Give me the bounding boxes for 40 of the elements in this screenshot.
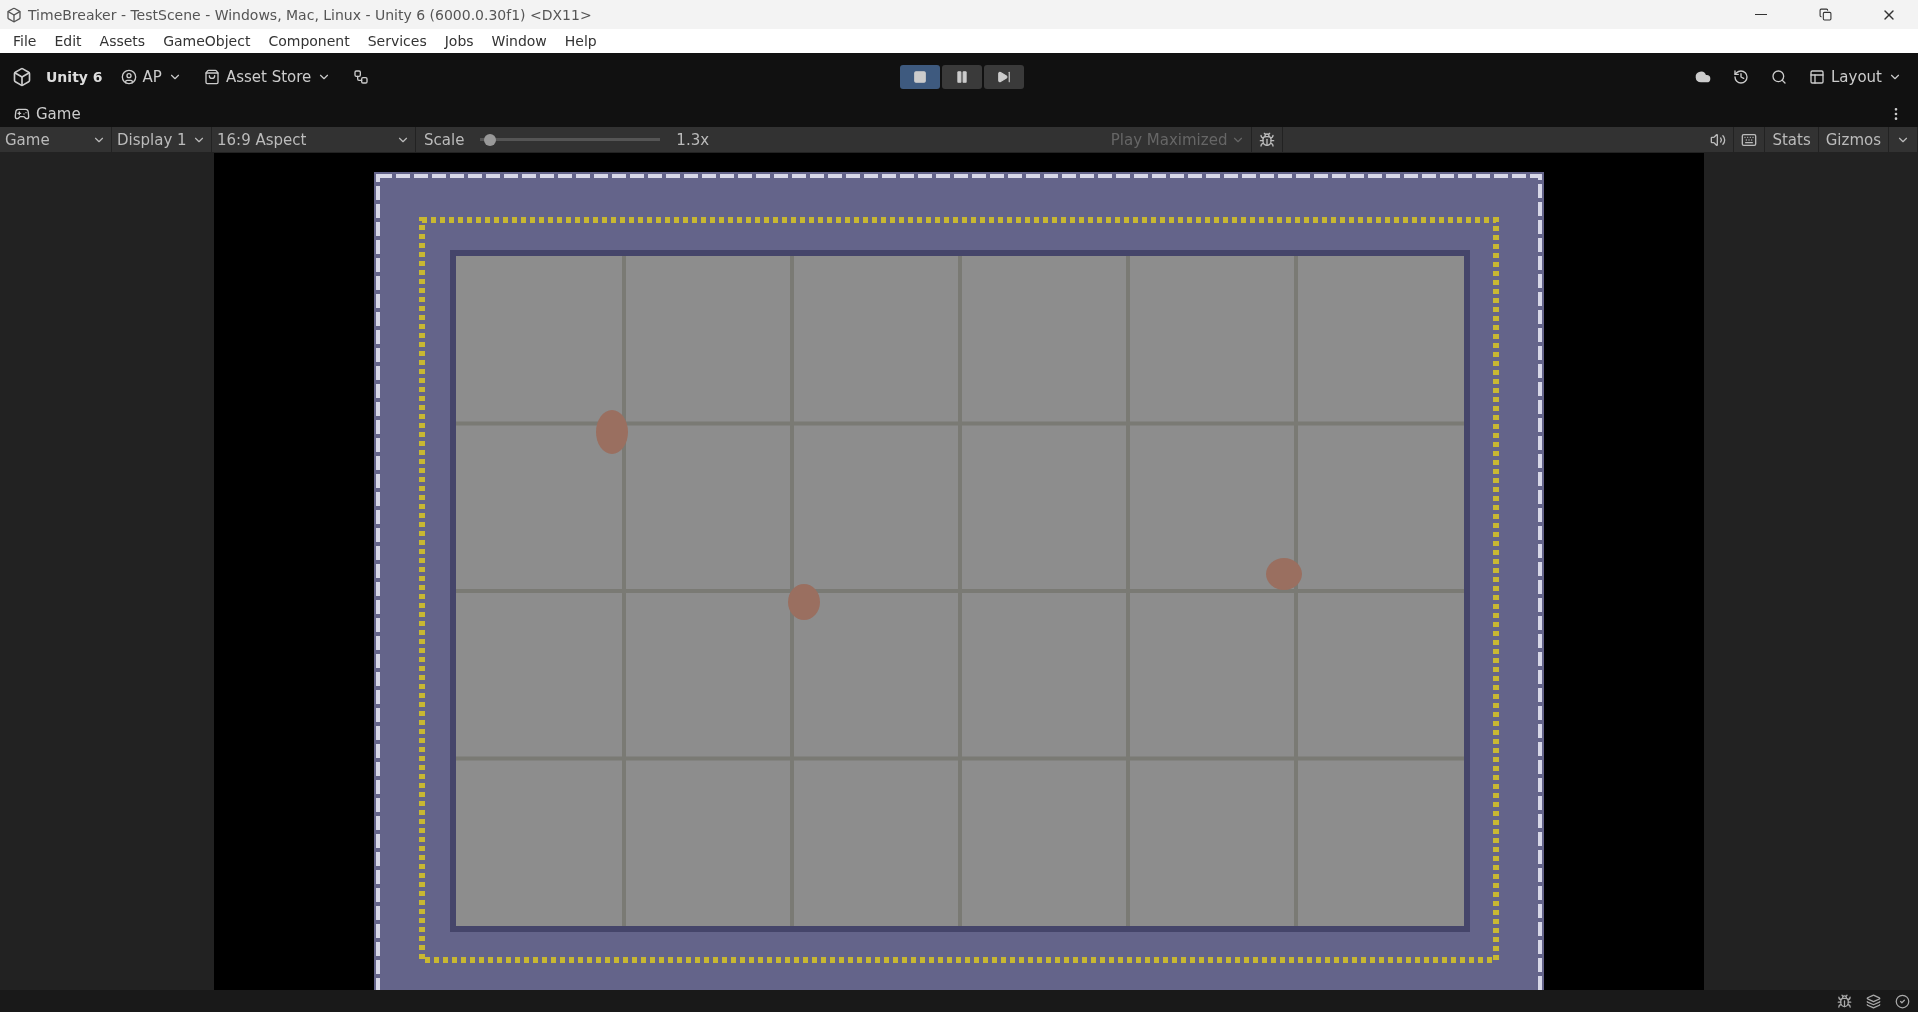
menu-item[interactable]: Assets (90, 33, 155, 49)
window-title: TimeBreaker - TestScene - Windows, Mac, Linux - Unity 6 (6000.0.30f1) <DX11> (28, 6, 592, 23)
layers-icon[interactable] (1866, 993, 1881, 1009)
layout-button[interactable]: Layout (1805, 65, 1906, 88)
menu-item[interactable]: Window (482, 33, 556, 49)
step-button[interactable] (984, 64, 1024, 89)
history-icon (1733, 68, 1749, 85)
layout-icon (1809, 68, 1825, 85)
account-button[interactable]: AP (116, 65, 186, 88)
cube-logo-icon (12, 66, 32, 87)
menu-item[interactable]: GameObject (154, 33, 260, 49)
menu-item[interactable]: Component (259, 33, 359, 49)
bug-icon (1259, 131, 1276, 148)
scale-label: Scale (423, 130, 466, 149)
menu-item[interactable]: Jobs (435, 33, 483, 49)
search-icon (1771, 68, 1787, 85)
pause-icon (955, 69, 969, 84)
scale-reading: 1.3x (675, 130, 711, 149)
user-icon (120, 68, 137, 85)
menu-item[interactable]: Edit (45, 33, 91, 49)
branch-icon (353, 68, 370, 85)
keyboard-icon (1741, 131, 1758, 148)
stop-icon (913, 69, 927, 84)
bug-icon[interactable] (1837, 993, 1852, 1009)
check-icon[interactable] (1895, 993, 1910, 1009)
cube-logo-icon (6, 6, 22, 23)
game-tab[interactable]: Game (10, 102, 85, 125)
menu-item[interactable]: Services (358, 33, 436, 49)
pause-button[interactable] (942, 64, 982, 89)
asset-store-button[interactable]: Asset Store (199, 65, 336, 88)
speaker-icon (1710, 131, 1727, 148)
menu-item[interactable]: File (4, 33, 46, 49)
minimize-icon (1755, 14, 1767, 15)
restore-icon (1818, 8, 1832, 21)
play-button[interactable] (900, 64, 940, 89)
brand-label: Unity 6 (46, 68, 103, 85)
bag-icon (203, 68, 220, 85)
menu-item[interactable]: Help (555, 33, 606, 49)
slider-thumb[interactable] (483, 133, 496, 146)
step-icon (997, 69, 1011, 84)
